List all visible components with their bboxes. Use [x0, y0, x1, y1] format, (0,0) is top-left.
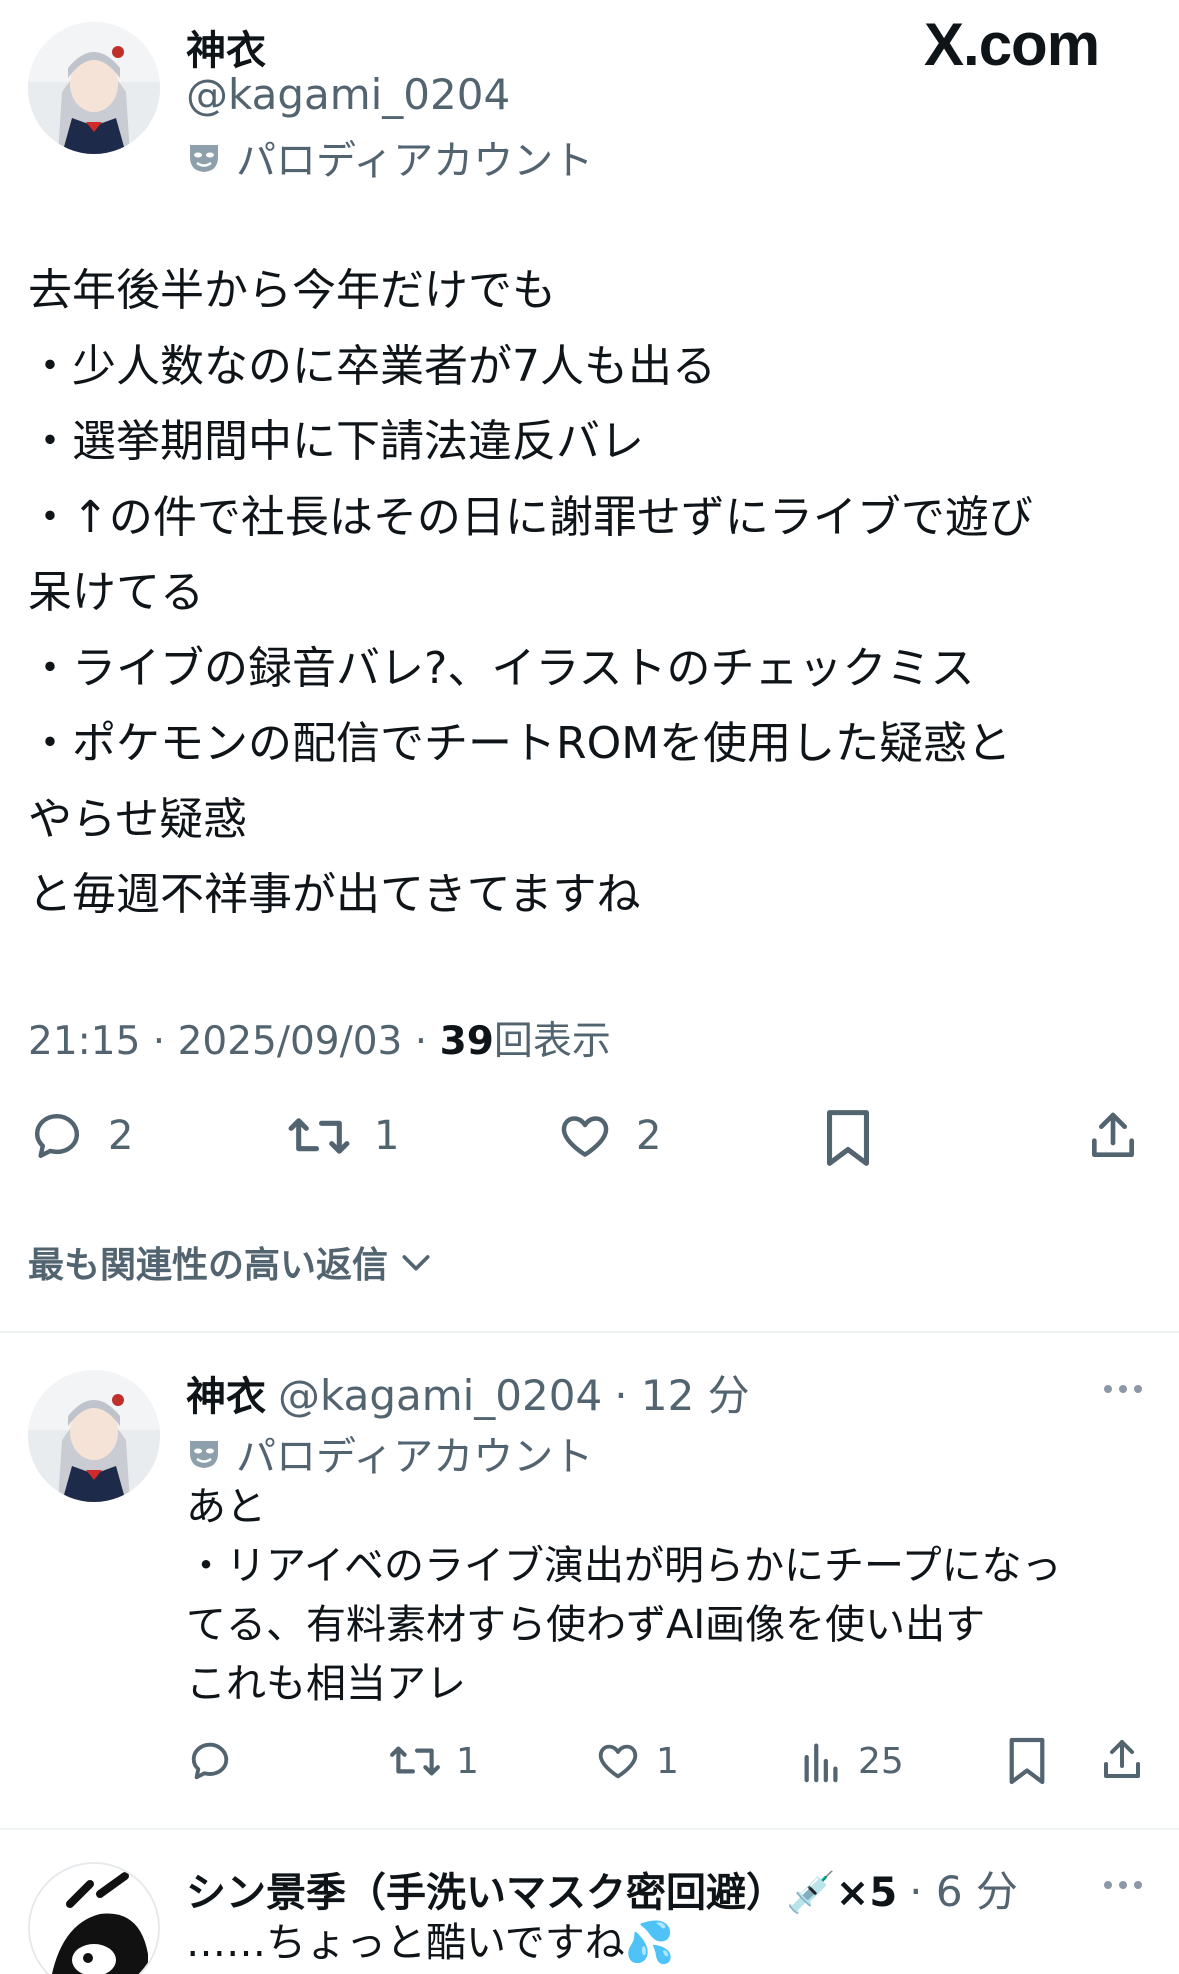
- author-name[interactable]: 神衣: [186, 18, 266, 76]
- repost-count: 1: [374, 1113, 400, 1159]
- reply-reply-action[interactable]: [186, 1738, 248, 1784]
- tweet-line: ・↑の件で社長はその日に謝罪せずにライブで遊び: [28, 491, 1033, 543]
- reply-line: ・リアイベのライブ演出が明らかにチープになっ: [186, 1543, 1062, 1589]
- reply-bookmark-button[interactable]: [1006, 1736, 1048, 1790]
- reply-divider: [0, 1828, 1179, 1830]
- tweet-timestamp[interactable]: 21:15 · 2025/09/03 ·: [28, 1019, 440, 1064]
- heart-icon: [561, 1116, 609, 1157]
- tweet-text: 去年後半から今年だけでも ・少人数なのに卒業者が7人も出る ・選挙期間中に下請法…: [28, 253, 1158, 933]
- tweet-line: 呆けてる: [28, 567, 204, 618]
- tweet-line: と毎週不祥事が出てきてますね: [28, 869, 641, 920]
- tweet-meta: 21:15 · 2025/09/03 · 39回表示: [28, 1010, 611, 1066]
- reply-author-name[interactable]: シン景季（手洗いマスク密回避）💉×5: [186, 1860, 897, 1918]
- reply-action[interactable]: 2: [28, 1108, 133, 1164]
- reply-icon: [34, 1113, 80, 1159]
- reply-line: これも相当アレ: [186, 1661, 466, 1707]
- reply-avatar[interactable]: [28, 1370, 160, 1502]
- author-handle[interactable]: @kagami_0204: [186, 70, 510, 119]
- author-avatar[interactable]: [28, 22, 160, 154]
- more-options-button[interactable]: [1104, 1881, 1142, 1889]
- views-label: 回表示: [493, 1019, 611, 1064]
- reply-header: 神衣 @kagami_0204 · 12 分: [186, 1362, 750, 1423]
- tweet-line: ・ポケモンの配信でチートROMを使用した疑惑と: [28, 718, 1012, 769]
- repost-count: 1: [456, 1740, 479, 1782]
- reply-icon: [191, 1742, 229, 1780]
- tweet-line: やらせ疑惑: [28, 793, 248, 845]
- reply-avatar[interactable]: [28, 1862, 160, 1974]
- share-button[interactable]: [1084, 1108, 1142, 1168]
- more-options-button[interactable]: [1104, 1385, 1142, 1393]
- reply-like-action[interactable]: 1: [594, 1738, 679, 1784]
- reply-header: シン景季（手洗いマスク密回避）💉×5 · 6 分: [186, 1858, 1018, 1919]
- share-icon: [1092, 1112, 1134, 1157]
- reply-text: あと ・リアイベのライブ演出が明らかにチープになっ てる、有料素材すら使わずAI…: [186, 1478, 1062, 1714]
- like-count: 2: [636, 1113, 662, 1159]
- reply-text: ……ちょっと酷いですね💦: [186, 1914, 675, 1973]
- bookmark-icon: [827, 1110, 869, 1166]
- brand-watermark: X.com: [924, 11, 1100, 78]
- section-divider: [0, 1331, 1179, 1333]
- tweet-line: ・選挙期間中に下請法違反バレ: [28, 416, 644, 467]
- reply-line: てる、有料素材すら使わずAI画像を使い出す: [186, 1602, 986, 1648]
- reply-sort-label: 最も関連性の高い返信: [28, 1245, 389, 1286]
- repost-action[interactable]: 1: [286, 1108, 399, 1164]
- parody-label-text: パロディアカウント: [236, 1434, 594, 1480]
- bookmark-icon: [1009, 1737, 1045, 1785]
- heart-icon: [598, 1744, 638, 1779]
- tweet-line: ・少人数なのに卒業者が7人も出る: [28, 340, 716, 392]
- reply-count: 2: [108, 1113, 134, 1159]
- reply-share-button[interactable]: [1098, 1736, 1146, 1788]
- like-count: 1: [656, 1740, 679, 1782]
- parody-account-label: パロディアカウント: [186, 128, 593, 186]
- parody-label-text: パロディアカウント: [236, 138, 594, 184]
- reply-parody-label: パロディアカウント: [186, 1424, 593, 1482]
- analytics-icon: [804, 1743, 838, 1783]
- tweet-line: 去年後半から今年だけでも: [28, 265, 556, 316]
- parody-mask-icon: [190, 145, 218, 172]
- reply-author-name[interactable]: 神衣: [186, 1364, 266, 1422]
- reply-views-action[interactable]: 25: [800, 1738, 904, 1784]
- chevron-down-icon: [402, 1255, 430, 1271]
- repost-icon: [288, 1118, 350, 1154]
- views-count: 25: [858, 1740, 904, 1782]
- reply-time[interactable]: · 6 分: [909, 1858, 1018, 1919]
- reply-time[interactable]: · 12 分: [614, 1362, 750, 1423]
- tweet-line: ・ライブの録音バレ?、イラストのチェックミス: [28, 642, 975, 694]
- repost-icon: [390, 1746, 440, 1776]
- parody-mask-icon: [190, 1441, 218, 1468]
- like-action[interactable]: 2: [556, 1108, 661, 1164]
- reply-repost-action[interactable]: 1: [388, 1738, 479, 1784]
- reply-line: あと: [186, 1484, 266, 1530]
- views-count: 39: [439, 1019, 494, 1064]
- reply-line: ……ちょっと酷いですね💦: [186, 1920, 675, 1966]
- share-icon: [1104, 1740, 1140, 1778]
- bookmark-button[interactable]: [822, 1108, 874, 1172]
- reply-author-handle[interactable]: @kagami_0204: [278, 1371, 602, 1420]
- reply-sort-selector[interactable]: 最も関連性の高い返信: [28, 1236, 436, 1288]
